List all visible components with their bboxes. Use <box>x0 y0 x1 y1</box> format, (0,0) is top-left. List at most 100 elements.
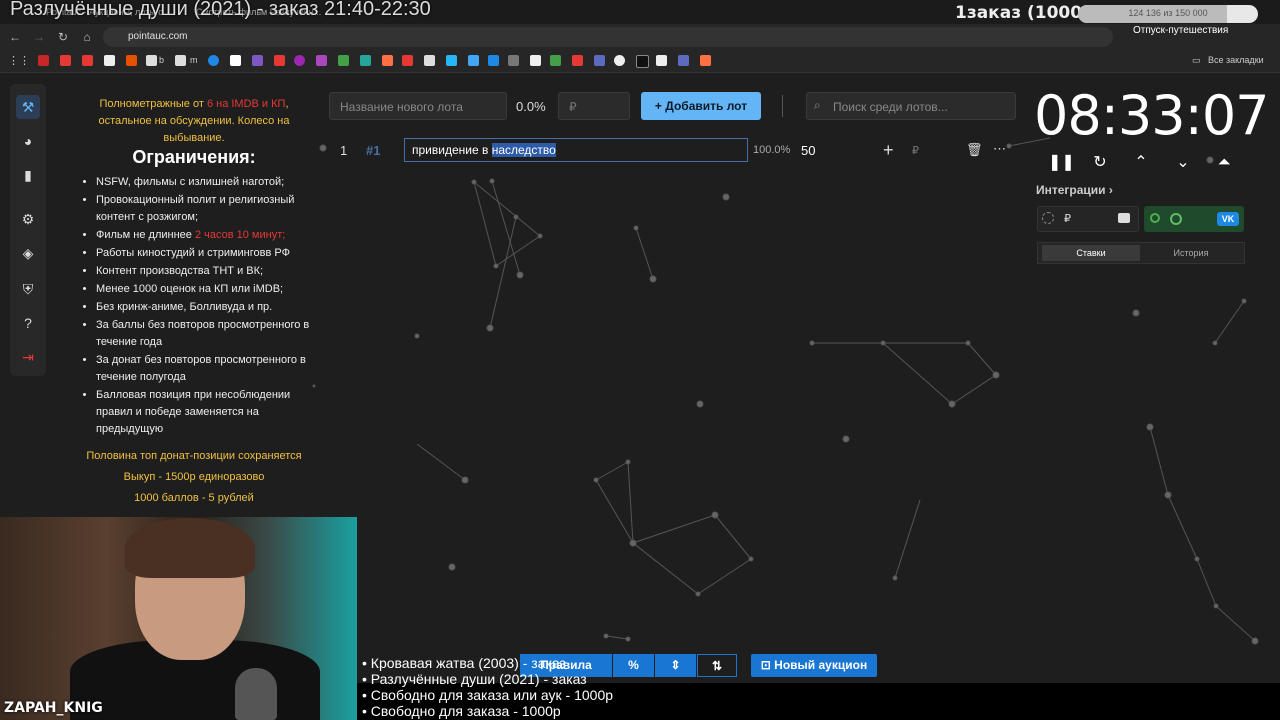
lot-amount: 50 <box>801 143 816 158</box>
bookmark-icon[interactable] <box>530 55 541 66</box>
bookmark-icon[interactable] <box>274 55 285 66</box>
order-ticker: • Кровавая жатва (2003) - заказ • Разлуч… <box>362 655 613 719</box>
bookmark-icon[interactable] <box>360 55 371 66</box>
rule-item: Провокационный полит и религиозный конте… <box>96 192 314 226</box>
help-icon[interactable]: ? <box>16 311 40 335</box>
vk-icon: VK <box>1217 212 1239 226</box>
bookmark-icon[interactable] <box>230 55 241 66</box>
forward-icon[interactable]: → <box>30 28 48 46</box>
bookmark-icon[interactable] <box>402 55 413 66</box>
tab-bets[interactable]: Ставки <box>1042 245 1140 261</box>
folder-icon: ▭ <box>1192 55 1201 65</box>
bookmark-icon[interactable] <box>446 55 457 66</box>
all-bookmarks-link[interactable]: Все закладки <box>1208 55 1264 65</box>
back-icon[interactable]: ← <box>6 28 24 46</box>
add-lot-button[interactable]: + Добавить лот <box>641 92 761 120</box>
percent-button[interactable]: % <box>613 654 654 677</box>
status-icon <box>1042 212 1054 224</box>
reload-icon[interactable]: ↻ <box>54 28 72 46</box>
bookmark-icon[interactable] <box>104 55 115 66</box>
ticker-line: • Свободно для заказа или аук - 1000р <box>362 687 614 703</box>
new-auction-button[interactable]: ⊡ Новый аукцион <box>751 654 877 677</box>
bookmark-icon[interactable] <box>594 55 605 66</box>
rule-item: Работы киностудий и стриминговв РФ <box>96 245 314 262</box>
pause-icon[interactable]: ❚❚ <box>1048 152 1075 174</box>
integrations-header[interactable]: Интеграции › <box>1036 183 1113 197</box>
lot-name-input[interactable]: привидение в наследство <box>404 138 748 162</box>
bookmark-icon[interactable] <box>338 55 349 66</box>
bookmark-icon[interactable] <box>468 55 479 66</box>
shield-icon[interactable]: ⛨ <box>16 277 40 301</box>
donationalerts-icon <box>1118 213 1130 223</box>
bookmark-icon[interactable] <box>614 55 625 66</box>
chevron-down-icon[interactable]: ⌄ <box>1172 152 1194 174</box>
settings-icon[interactable]: ⚙ <box>16 207 40 231</box>
tab-history[interactable]: История <box>1141 245 1241 261</box>
bookmark-label[interactable]: m <box>190 55 198 65</box>
search-input[interactable]: Поиск среди лотов... <box>806 92 1016 120</box>
donation-progress-text: 124 136 из 150 000 <box>1128 8 1208 18</box>
new-auction-icon: ⊡ <box>760 658 775 672</box>
url-field[interactable] <box>103 27 1113 47</box>
bookmark-icon[interactable] <box>208 55 219 66</box>
more-icon[interactable]: ⋯ <box>993 141 1006 157</box>
bookmark-icon[interactable] <box>175 55 186 66</box>
bookmark-icon[interactable] <box>82 55 93 66</box>
refresh-icon <box>1170 213 1182 225</box>
split-icon[interactable]: ⇕ <box>655 654 696 677</box>
reset-icon[interactable]: ↻ <box>1089 152 1111 174</box>
bookmark-icon[interactable] <box>382 55 393 66</box>
layers-icon[interactable]: ◈ <box>16 241 40 265</box>
bookmark-icon[interactable] <box>38 55 49 66</box>
bookmark-icon[interactable] <box>252 55 263 66</box>
ticker-line: • Свободно для заказа - 1000р <box>362 703 561 719</box>
rule-item: Балловая позиция при несоблюдении правил… <box>96 387 314 438</box>
plus-icon: + <box>654 99 666 113</box>
new-lot-amount-input[interactable]: ₽ <box>558 92 630 120</box>
connected-icon <box>1150 213 1160 223</box>
bookmark-icon[interactable] <box>550 55 561 66</box>
bookmark-icon[interactable] <box>678 55 689 66</box>
bookmark-icon[interactable] <box>126 55 137 66</box>
bookmark-icon[interactable] <box>424 55 435 66</box>
chevron-up-icon[interactable]: ⌃ <box>1130 152 1152 174</box>
bookmark-icon[interactable] <box>700 55 711 66</box>
apps-icon[interactable]: ⋮⋮ <box>8 54 30 67</box>
lot-percent: 100.0% <box>753 144 791 156</box>
gavel-icon[interactable]: ⚒ <box>16 95 40 119</box>
double-chevron-up-icon[interactable]: ⏶ <box>1213 152 1235 174</box>
search-icon: ⌕ <box>814 98 821 112</box>
lot-currency: ₽ <box>912 145 919 157</box>
auction-timer: 08:33:07 <box>1034 84 1270 147</box>
sort-icon[interactable]: ⇅ <box>697 654 737 677</box>
bookmark-label[interactable]: b <box>159 55 164 65</box>
bar-chart-icon[interactable]: ▮ <box>16 163 40 187</box>
add-amount-icon[interactable]: + <box>883 140 894 161</box>
pie-chart-icon[interactable]: ◕ <box>16 129 40 153</box>
rules-heading: Ограничения: <box>132 147 256 167</box>
ticker-line: • Разлучённые души (2021) - заказ <box>362 671 587 687</box>
bookmark-icon[interactable] <box>508 55 519 66</box>
logout-icon[interactable]: ⇥ <box>16 345 40 369</box>
bookmark-icon[interactable] <box>60 55 71 66</box>
rule-item: За донат без повторов просмотренного в т… <box>96 352 314 386</box>
bookmark-icon[interactable] <box>316 55 327 66</box>
rule-item: Контент производства ТНТ и ВК; <box>96 263 314 280</box>
rule-item: NSFW, фильмы с излишней наготой; <box>96 174 314 191</box>
stream-title: Разлучённые души (2021) - заказ 21:40-22… <box>10 0 431 20</box>
rules-list: NSFW, фильмы с излишней наготой; Провока… <box>74 174 314 438</box>
bookmark-icon[interactable] <box>636 55 649 68</box>
trash-icon[interactable]: 🗑 <box>966 142 983 158</box>
bookmark-icon[interactable] <box>146 55 157 66</box>
bookmark-icon[interactable] <box>294 55 305 66</box>
rules-intro: Полнометражные от 6 на IMDB и КП, осталь… <box>98 98 290 144</box>
integration-currency: ₽ <box>1064 213 1071 225</box>
new-lot-name-input[interactable]: Название нового лота <box>329 92 507 120</box>
rules-panel: Полнометражные от 6 на IMDB и КП, осталь… <box>74 96 314 509</box>
bookmark-icon[interactable] <box>656 55 667 66</box>
lot-tag: #1 <box>366 143 381 158</box>
bookmark-icon[interactable] <box>488 55 499 66</box>
home-icon[interactable]: ⌂ <box>78 28 96 46</box>
bookmark-icon[interactable] <box>572 55 583 66</box>
microphone-icon <box>235 668 277 720</box>
